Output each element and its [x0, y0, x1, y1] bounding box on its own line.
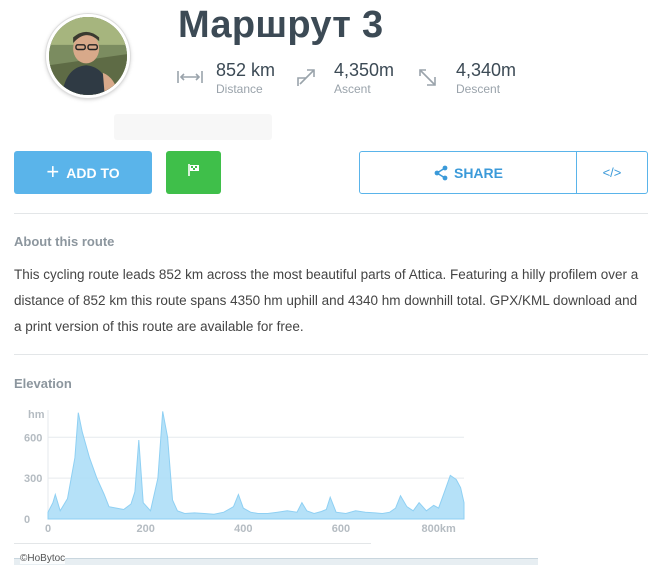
y-axis-unit-label: hm [28, 409, 45, 421]
y-tick-label-2: 0 [24, 514, 30, 526]
x-tick-label-4: 800km [421, 523, 455, 535]
route-title: Маршрут 3 [178, 4, 384, 46]
share-label: SHARE [453, 164, 503, 181]
distance-label: Distance [216, 82, 263, 96]
plus-icon: + [46, 158, 60, 184]
y-tick-label-0: 600 [24, 432, 42, 444]
ascent-icon [294, 66, 322, 88]
share-icon [434, 165, 448, 180]
x-tick-label-0: 0 [45, 523, 51, 535]
ascent-value: 4,350m [334, 60, 395, 80]
distance-value: 852 km [216, 60, 276, 80]
embed-code-button[interactable]: </> [577, 152, 647, 193]
distance-icon [176, 66, 204, 88]
map-preview[interactable] [14, 558, 538, 565]
y-tick-label-1: 300 [24, 473, 42, 485]
share-button[interactable]: SHARE [360, 152, 576, 193]
descent-label: Descent [456, 82, 501, 96]
elevation-area [47, 411, 465, 520]
blurred-placeholder [114, 114, 272, 140]
about-text: This cycling route leads 852 km across t… [14, 267, 639, 334]
flag-button[interactable] [166, 151, 221, 194]
code-icon: </> [602, 165, 622, 180]
flag-icon [187, 163, 201, 182]
map-label: ©HoBytoc [20, 553, 66, 564]
user-avatar[interactable] [46, 14, 130, 98]
descent-value: 4,340m [456, 60, 517, 80]
ascent-label: Ascent [334, 82, 371, 96]
divider-top [14, 213, 648, 214]
elevation-chart[interactable]: hm 600 300 0 0 200 400 600 800km [14, 402, 466, 538]
divider-middle [14, 354, 648, 355]
about-heading: About this route [14, 234, 115, 249]
x-tick-label-2: 400 [234, 523, 252, 535]
share-group: SHARE </> [359, 151, 648, 194]
elevation-heading: Elevation [14, 376, 72, 391]
x-tick-label-3: 600 [332, 523, 350, 535]
divider-bottom [14, 543, 371, 544]
x-tick-label-1: 200 [136, 523, 154, 535]
add-to-label: ADD TO [66, 164, 120, 181]
descent-icon [416, 66, 444, 88]
add-to-button[interactable]: + ADD TO [14, 151, 152, 194]
elevation-chart-svg: hm 600 300 0 0 200 400 600 800km [24, 409, 465, 535]
